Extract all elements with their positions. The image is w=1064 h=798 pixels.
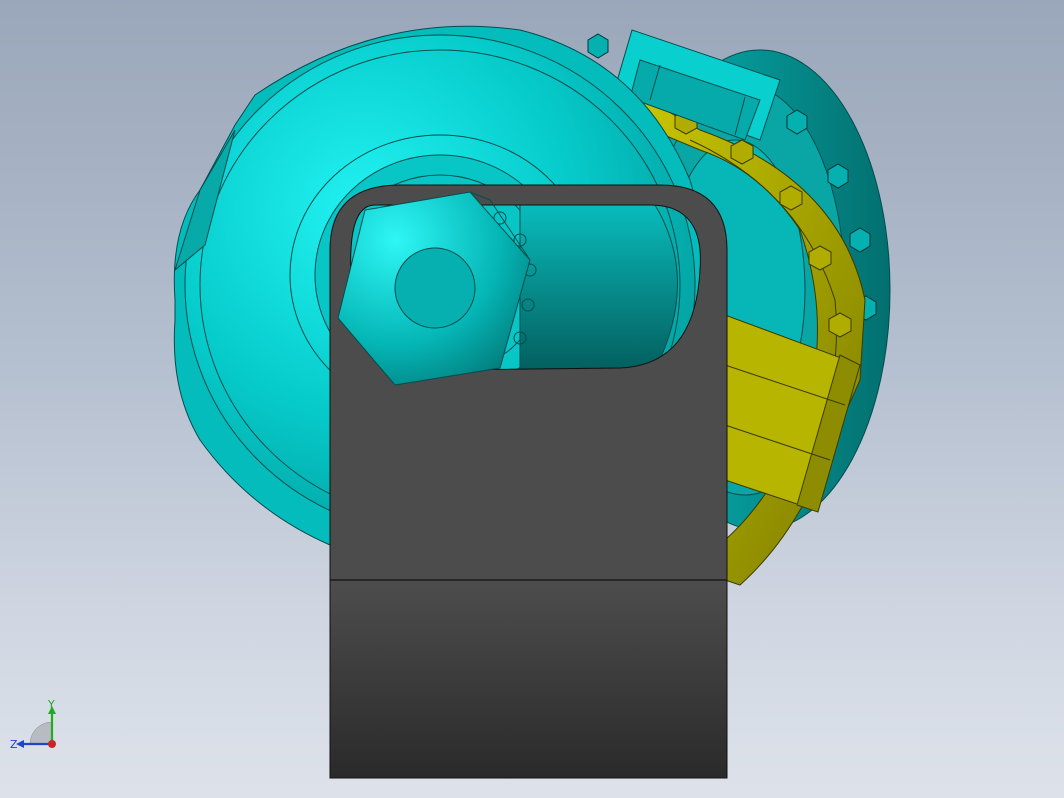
graphics-viewport[interactable]: Y Z xyxy=(0,0,1064,798)
bracket-base[interactable] xyxy=(329,579,728,779)
y-axis-label: Y xyxy=(47,700,55,711)
triad-quadrant xyxy=(29,721,53,745)
cad-model-view[interactable] xyxy=(0,0,1064,798)
x-axis-origin-icon xyxy=(48,740,56,748)
z-axis-label: Z xyxy=(10,738,18,751)
orientation-triad[interactable]: Y Z xyxy=(8,700,68,760)
